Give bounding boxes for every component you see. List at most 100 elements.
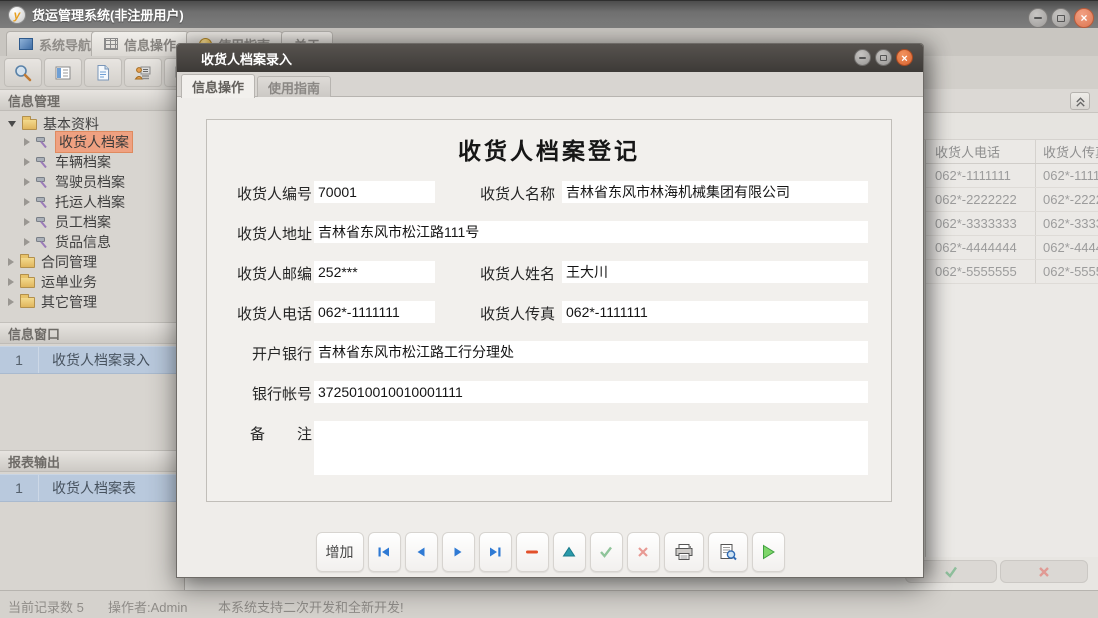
add-button[interactable]: 增加 bbox=[316, 532, 364, 572]
consignee-no-input[interactable] bbox=[314, 181, 435, 203]
consignee-zip-input[interactable] bbox=[314, 261, 435, 283]
close-button[interactable] bbox=[1074, 8, 1094, 28]
caret-right-icon[interactable] bbox=[24, 178, 30, 186]
tree-item-employee-archive[interactable]: 员工档案 bbox=[0, 212, 184, 232]
tree-item-basic-data[interactable]: 基本资料 bbox=[0, 112, 184, 132]
dialog-maximize-button[interactable] bbox=[875, 49, 892, 66]
field-label-consignee-zip: 收货人邮编 bbox=[207, 263, 312, 284]
dialog-tab-info-operation[interactable]: 信息操作 bbox=[181, 74, 255, 98]
dialog-minimize-button[interactable] bbox=[854, 49, 871, 66]
field-label-consignee-fax: 收货人传真 bbox=[453, 303, 555, 324]
search-icon bbox=[13, 63, 33, 83]
caret-right-icon[interactable] bbox=[24, 198, 30, 206]
app-logo-letter: y bbox=[14, 9, 21, 21]
bank-account-input[interactable] bbox=[314, 381, 868, 403]
minimize-button[interactable] bbox=[1028, 8, 1048, 28]
field-label-remark: 备 注 bbox=[250, 423, 312, 444]
cancel-x-icon bbox=[637, 546, 649, 558]
prev-record-button[interactable] bbox=[405, 532, 438, 572]
caret-right-icon[interactable] bbox=[24, 238, 30, 246]
post-button[interactable] bbox=[590, 532, 623, 572]
print-button[interactable] bbox=[664, 532, 704, 572]
dialog-toolbar: 增加 bbox=[177, 532, 923, 572]
consignee-address-input[interactable] bbox=[314, 221, 868, 243]
first-record-button[interactable] bbox=[368, 532, 401, 572]
prev-record-icon bbox=[414, 546, 428, 558]
tree-item-label: 驾驶员档案 bbox=[55, 172, 125, 192]
cancel-button[interactable] bbox=[1000, 560, 1088, 583]
nav-tree: 基本资料 收货人档案 车辆档案 驾驶员档案 托运人档案 bbox=[0, 112, 184, 312]
edit-button[interactable] bbox=[553, 532, 586, 572]
caret-right-icon[interactable] bbox=[24, 138, 30, 146]
caret-down-icon[interactable] bbox=[8, 121, 16, 127]
staff-button[interactable] bbox=[124, 58, 162, 87]
tree-item-vehicle-archive[interactable]: 车辆档案 bbox=[0, 152, 184, 172]
tree-item-shipper-archive[interactable]: 托运人档案 bbox=[0, 192, 184, 212]
tree-item-waybill-business[interactable]: 运单业务 bbox=[0, 272, 184, 292]
sidebar: 信息管理 基本资料 收货人档案 车辆档案 驾驶员档案 bbox=[0, 89, 185, 590]
first-record-icon bbox=[377, 546, 391, 558]
consignee-phone-input[interactable] bbox=[314, 301, 435, 323]
field-label-consignee-name: 收货人名称 bbox=[453, 183, 555, 204]
folder-icon bbox=[20, 277, 35, 288]
last-record-button[interactable] bbox=[479, 532, 512, 572]
grid-cell: 062*-3333333 bbox=[1035, 212, 1098, 235]
sidebar-header-info-windows: 信息窗口 bbox=[0, 322, 184, 344]
caret-right-icon[interactable] bbox=[8, 298, 14, 306]
report-item[interactable]: 1 收货人档案表 bbox=[0, 474, 184, 502]
form-title: 收货人档案登记 bbox=[207, 132, 891, 166]
delete-button[interactable] bbox=[516, 532, 549, 572]
tab-info-operation[interactable]: 信息操作 bbox=[91, 31, 189, 56]
tree-item-goods-info[interactable]: 货品信息 bbox=[0, 232, 184, 252]
caret-right-icon[interactable] bbox=[8, 258, 14, 266]
info-window-item[interactable]: 1 收货人档案录入 bbox=[0, 346, 184, 374]
form-button[interactable] bbox=[44, 58, 82, 87]
tree-item-consignee-archive[interactable]: 收货人档案 bbox=[0, 132, 184, 152]
cancel-edit-button[interactable] bbox=[627, 532, 660, 572]
search-button[interactable] bbox=[4, 58, 42, 87]
tree-item-label: 员工档案 bbox=[55, 212, 111, 232]
grid-row[interactable]: 062*-2222222 062*-2222222 bbox=[926, 188, 1098, 212]
caret-right-icon[interactable] bbox=[8, 278, 14, 286]
maximize-button[interactable] bbox=[1051, 8, 1071, 28]
minimize-icon bbox=[859, 57, 866, 59]
bank-name-input[interactable] bbox=[314, 341, 868, 363]
run-button[interactable] bbox=[752, 532, 785, 572]
status-operator: 操作者:Admin bbox=[108, 597, 187, 616]
field-label-bank-account: 银行帐号 bbox=[207, 383, 312, 404]
list-item-label: 收货人档案录入 bbox=[39, 350, 150, 370]
run-icon bbox=[761, 544, 776, 560]
document-button[interactable] bbox=[84, 58, 122, 87]
grid-row[interactable]: 062*-3333333 062*-3333333 bbox=[926, 212, 1098, 236]
dialog-content: 收货人档案登记 收货人编号 收货人名称 收货人地址 收货人邮编 收货人姓名 收货… bbox=[177, 97, 923, 578]
field-label-consignee-address: 收货人地址 bbox=[207, 223, 312, 244]
dialog-close-button[interactable] bbox=[896, 49, 913, 66]
print-preview-icon bbox=[718, 543, 738, 561]
consignee-name-input[interactable] bbox=[562, 181, 868, 203]
grid-cell: 062*-2222222 bbox=[1035, 188, 1098, 211]
add-button-label: 增加 bbox=[326, 542, 354, 562]
grid-row[interactable]: 062*-5555555 062*-5555555 bbox=[926, 260, 1098, 284]
grid-row[interactable]: 062*-1111111 062*-1111111 bbox=[926, 164, 1098, 188]
consignee-grid: 收货人电话 收货人传真 062*-1111111 062*-1111111 06… bbox=[925, 140, 1098, 557]
folder-icon bbox=[20, 297, 35, 308]
grid-cell: 062*-4444444 bbox=[926, 240, 1035, 255]
tab-label: 信息操作 bbox=[124, 35, 176, 54]
print-preview-button[interactable] bbox=[708, 532, 748, 572]
sidebar-header-info-management: 信息管理 bbox=[0, 89, 184, 111]
contact-person-input[interactable] bbox=[562, 261, 868, 283]
dialog-tab-user-guide[interactable]: 使用指南 bbox=[257, 76, 331, 97]
grid-row[interactable]: 062*-4444444 062*-4444444 bbox=[926, 236, 1098, 260]
caret-right-icon[interactable] bbox=[24, 158, 30, 166]
tree-item-driver-archive[interactable]: 驾驶员档案 bbox=[0, 172, 184, 192]
caret-right-icon[interactable] bbox=[24, 218, 30, 226]
tab-system-nav[interactable]: 系统导航 bbox=[6, 31, 104, 56]
remark-textarea[interactable] bbox=[314, 421, 868, 475]
collapse-panel-button[interactable] bbox=[1070, 92, 1090, 110]
tree-item-other-management[interactable]: 其它管理 bbox=[0, 292, 184, 312]
grid-header-phone: 收货人电话 bbox=[926, 142, 1035, 161]
consignee-fax-input[interactable] bbox=[562, 301, 868, 323]
next-record-button[interactable] bbox=[442, 532, 475, 572]
tree-item-contract-management[interactable]: 合同管理 bbox=[0, 252, 184, 272]
status-record-count: 当前记录数 5 bbox=[8, 597, 84, 616]
